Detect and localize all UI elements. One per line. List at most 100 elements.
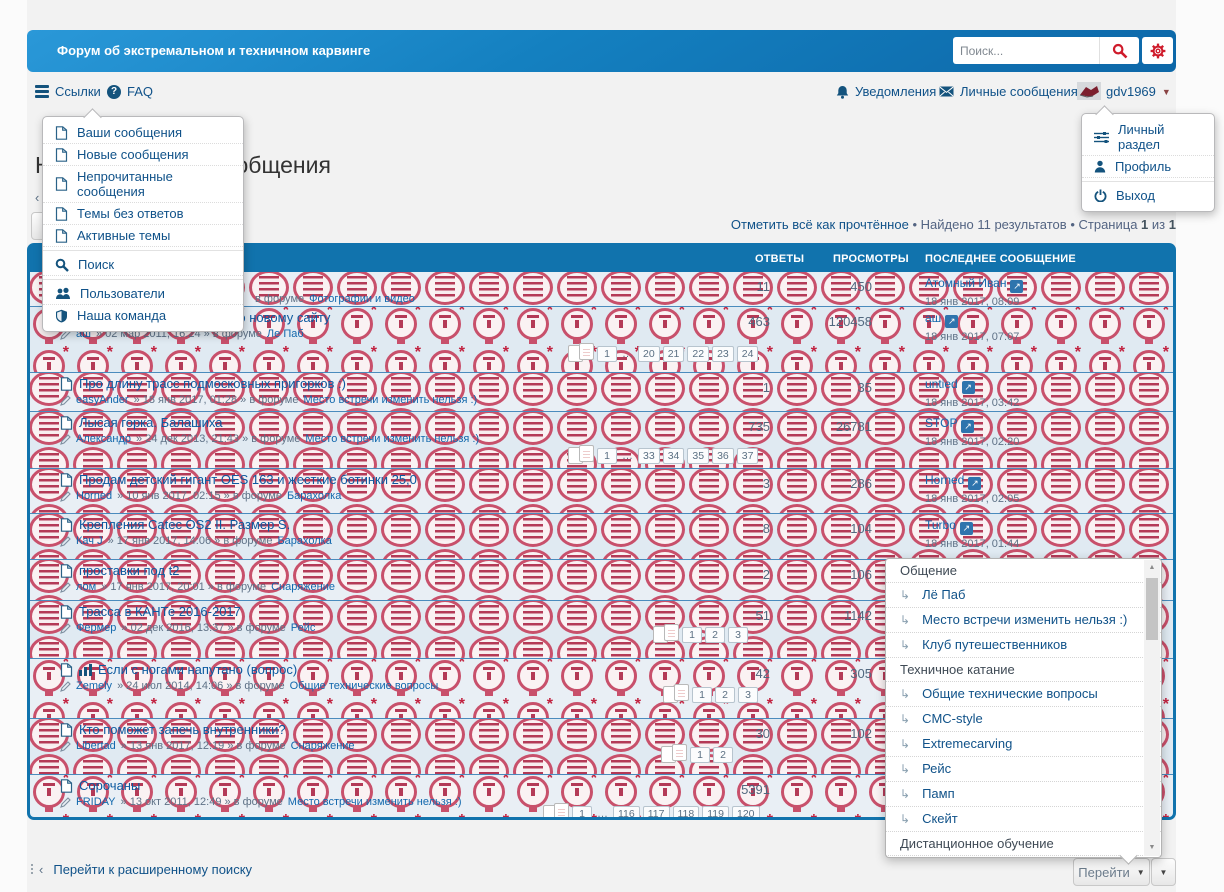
page-number-link[interactable]: 117 (643, 806, 670, 821)
forum-jump-item[interactable]: ↳Памп (886, 782, 1161, 807)
links-menu-item[interactable]: Пользователи (43, 283, 243, 305)
topic-title-link[interactable]: Продам детский гигант OES 163 и жесткие … (79, 472, 417, 487)
advanced-search-link-bottom[interactable]: ‹ Перейти к расширенному поиску (31, 862, 252, 877)
page-number-link[interactable]: 20 (638, 346, 660, 362)
links-menu-item[interactable]: Поиск (43, 254, 243, 276)
forum-jump-item[interactable]: ↳CMC-style (886, 707, 1161, 732)
author-link[interactable]: FRIDAY (76, 796, 116, 808)
last-post-author-link[interactable]: Turbo (925, 518, 956, 532)
links-menu-item[interactable]: Непрочитанные сообщения (43, 166, 243, 203)
pages-icon[interactable] (664, 624, 679, 641)
goto-last-post-icon[interactable]: ↗ (961, 420, 974, 433)
scroll-down-icon[interactable]: ▼ (1144, 840, 1160, 856)
forum-link[interactable]: Место встречи изменить нельзя :) (288, 796, 462, 808)
forum-jump-item[interactable]: ↳Общие технические вопросы (886, 682, 1161, 707)
forum-jump-item[interactable]: ↳Скейт (886, 807, 1161, 832)
page-number-link[interactable]: 2 (715, 687, 735, 703)
author-link[interactable]: лом (76, 581, 96, 593)
page-number-link[interactable]: 1 (597, 448, 617, 464)
search-button[interactable] (1099, 37, 1139, 64)
forum-jump-link[interactable]: Памп (922, 786, 955, 801)
user-menu-button[interactable]: gdv1969 ▼ (1106, 84, 1171, 99)
topic-title-link[interactable]: Про длину трасс подмосковных пригорков :… (79, 376, 346, 391)
page-number-link[interactable]: 1 (692, 687, 712, 703)
topic-title-link[interactable]: Кто поможет запечь внутренники? (79, 722, 286, 737)
topic-title-link[interactable]: Лысая горка. Балашиха (79, 415, 222, 430)
forum-jump-link[interactable]: Extremecarving (922, 736, 1012, 751)
page-number-link[interactable]: 1 (572, 806, 592, 821)
forum-jump-item[interactable]: ↳Рейс (886, 757, 1161, 782)
forum-jump-item[interactable]: ↳Клуб путешественников (886, 633, 1161, 658)
goto-last-post-icon[interactable]: ↗ (945, 315, 958, 328)
last-post-author-link[interactable]: untied (925, 377, 958, 391)
forum-link[interactable]: Фотографии и видео (309, 293, 415, 305)
last-post-author-link[interactable]: Атомный Иван (925, 276, 1006, 290)
forum-jump-link[interactable]: Место встречи изменить нельзя :) (922, 612, 1127, 627)
pages-icon[interactable] (554, 803, 569, 820)
page-number-link[interactable]: 1 (597, 346, 617, 362)
author-link[interactable]: Фермер (76, 622, 116, 634)
forum-link[interactable]: Снаряжение (291, 740, 355, 752)
page-number-link[interactable]: 35 (687, 448, 709, 464)
page-number-link[interactable]: 33 (638, 448, 660, 464)
forum-jump-item[interactable]: ↳Лё Паб (886, 583, 1161, 608)
page-number-link[interactable]: 23 (712, 346, 734, 362)
page-number-link[interactable]: 3 (738, 687, 758, 703)
last-post-author-link[interactable]: Horned (925, 473, 964, 487)
page-number-link[interactable]: 22 (687, 346, 709, 362)
jump-caret-button[interactable]: ▼ (1151, 858, 1176, 886)
goto-last-post-icon[interactable]: ↗ (1010, 280, 1023, 293)
author-link[interactable]: Кач J (76, 535, 103, 547)
pages-icon[interactable] (672, 744, 687, 761)
page-number-link[interactable]: 2 (705, 627, 725, 643)
dropdown-scrollbar[interactable]: ▲ ▼ (1144, 560, 1160, 856)
forum-jump-link[interactable]: Общие технические вопросы (922, 686, 1098, 701)
author-link[interactable]: Zemely (76, 680, 112, 692)
mark-read-link[interactable]: Отметить всё как прочтённое (731, 217, 909, 232)
forum-jump-link[interactable]: CMC-style (922, 711, 983, 726)
forum-jump-item[interactable]: ↳Extremecarving (886, 732, 1161, 757)
topic-title-link[interactable]: Крепления Catec OS2 II. Размер S. (79, 517, 290, 532)
forum-link[interactable]: Барахолка (287, 490, 341, 502)
page-number-link[interactable]: 120 (732, 806, 760, 821)
forum-link[interactable]: Место встречи изменить нельзя :) (303, 394, 477, 406)
author-link[interactable]: easyAnder (76, 394, 129, 406)
links-menu-button[interactable]: Ссылки (35, 84, 101, 99)
user-menu-item[interactable]: Выход (1082, 185, 1214, 206)
forum-link[interactable]: Барахолка (277, 535, 331, 547)
pages-icon[interactable] (674, 684, 689, 701)
pages-icon[interactable] (579, 343, 594, 360)
topic-title-link[interactable]: Если с ногами напутано (вопрос) (98, 662, 297, 677)
forum-link[interactable]: Место встречи изменить нельзя :) (305, 433, 479, 445)
author-link[interactable]: Horned (76, 490, 112, 502)
user-menu-item[interactable]: Личный раздел (1082, 119, 1214, 156)
page-number-link[interactable]: 34 (663, 448, 685, 464)
faq-button[interactable]: ? FAQ (107, 84, 153, 99)
page-number-link[interactable]: 116 (613, 806, 640, 821)
goto-last-post-icon[interactable]: ↗ (962, 381, 975, 394)
user-menu-item[interactable]: Профиль (1082, 156, 1214, 178)
scrollbar-thumb[interactable] (1146, 578, 1158, 640)
search-input[interactable] (953, 37, 1099, 64)
goto-last-post-icon[interactable]: ↗ (968, 477, 981, 490)
author-link[interactable]: Александр (76, 433, 131, 445)
links-menu-item[interactable]: Активные темы (43, 225, 243, 247)
goto-last-post-icon[interactable]: ↗ (960, 522, 973, 535)
topic-title-link[interactable]: Трасса в КАНТе 2016-2017 (79, 604, 241, 619)
page-number-link[interactable]: 2 (713, 747, 733, 763)
author-link[interactable]: Libertad (76, 740, 116, 752)
forum-jump-item[interactable]: ↳Место встречи изменить нельзя :) (886, 608, 1161, 633)
page-number-link[interactable]: 119 (702, 806, 729, 821)
topic-title-link[interactable]: проставки под t2 (79, 563, 180, 578)
forum-link[interactable]: Общие технические вопросы (290, 680, 439, 692)
last-post-author-link[interactable]: аш (925, 311, 941, 325)
page-number-link[interactable]: 3 (728, 627, 748, 643)
links-menu-item[interactable]: Наша команда (43, 305, 243, 326)
jump-button-bottom[interactable]: Перейти ▼ (1073, 858, 1150, 886)
forum-jump-link[interactable]: Скейт (922, 811, 958, 826)
forum-jump-link[interactable]: Рейс (922, 761, 951, 776)
links-menu-item[interactable]: Ваши сообщения (43, 122, 243, 144)
forum-link[interactable]: Ле Паб (267, 328, 304, 340)
page-number-link[interactable]: 21 (663, 346, 685, 362)
notifications-button[interactable]: Уведомления (836, 84, 936, 99)
